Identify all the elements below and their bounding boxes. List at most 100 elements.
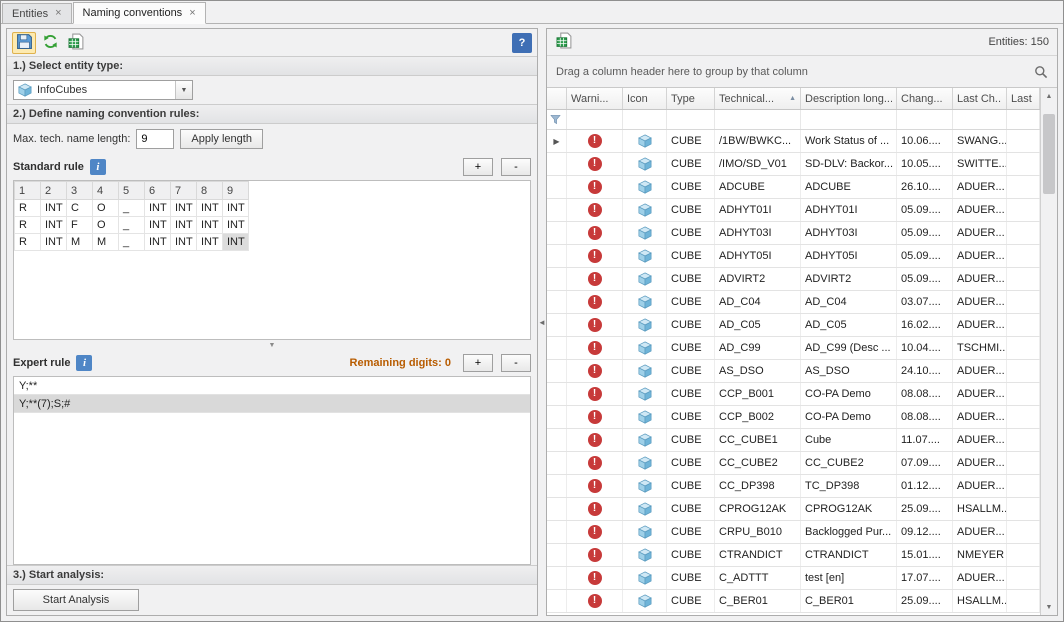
scrollbar-thumb[interactable]: [1043, 114, 1055, 194]
standard-rule-row[interactable]: RINTFO_INTINTINTINT: [15, 217, 249, 234]
column-header-icon[interactable]: Icon: [623, 88, 667, 109]
column-header-tech[interactable]: Technical...▲: [715, 88, 801, 109]
table-row[interactable]: ! CUBE C_ADTTT test [en] 17.07.... ADUER…: [547, 567, 1040, 590]
table-row[interactable]: ! CUBE CC_DP398 TC_DP398 01.12.... ADUER…: [547, 475, 1040, 498]
table-row[interactable]: ! CUBE CC_CUBE1 Cube 11.07.... ADUER...: [547, 429, 1040, 452]
standard-rule-cell[interactable]: INT: [223, 234, 249, 251]
standard-rule-cell[interactable]: INT: [171, 200, 197, 217]
filter-cell-tech[interactable]: [715, 110, 801, 129]
tab-naming-conventions[interactable]: Naming conventions ×: [73, 2, 206, 24]
filter-cell-lastch[interactable]: [953, 110, 1007, 129]
column-header-chang[interactable]: Chang...: [897, 88, 953, 109]
table-row[interactable]: ! CUBE AD_C99 AD_C99 (Desc ... 10.04....…: [547, 337, 1040, 360]
expert-rule-list[interactable]: Y;**Y;**(7);S;#: [13, 376, 531, 565]
table-row[interactable]: ! CUBE AS_DSO AS_DSO 24.10.... ADUER...: [547, 360, 1040, 383]
panel-splitter[interactable]: ◄: [538, 28, 546, 616]
table-row[interactable]: ! CUBE ADCUBE ADCUBE 26.10.... ADUER...: [547, 176, 1040, 199]
filter-icon[interactable]: [547, 110, 567, 129]
standard-rule-cell[interactable]: _: [119, 217, 145, 234]
table-row[interactable]: ▶ ! CUBE /1BW/BWKC... Work Status of ...…: [547, 130, 1040, 153]
standard-rule-cell[interactable]: R: [15, 217, 41, 234]
export-excel-button[interactable]: [64, 32, 88, 54]
standard-rule-cell[interactable]: M: [93, 234, 119, 251]
filter-cell-type[interactable]: [667, 110, 715, 129]
standard-rule-cell[interactable]: INT: [41, 200, 67, 217]
table-row[interactable]: ! CUBE AD_C05 AD_C05 16.02.... ADUER...: [547, 314, 1040, 337]
export-excel-button-right[interactable]: [552, 31, 576, 53]
standard-rule-cell[interactable]: INT: [145, 217, 171, 234]
table-row[interactable]: ! CUBE AD_C04 AD_C04 03.07.... ADUER...: [547, 291, 1040, 314]
expert-rule-add-button[interactable]: +: [463, 354, 493, 372]
chevron-down-icon[interactable]: ▼: [175, 81, 192, 99]
standard-rule-cell[interactable]: INT: [171, 234, 197, 251]
standard-rule-row[interactable]: RINTCO_INTINTINTINT: [15, 200, 249, 217]
refresh-button[interactable]: [38, 32, 62, 54]
table-row[interactable]: ! CUBE CRPU_B010 Backlogged Pur... 09.12…: [547, 521, 1040, 544]
filter-cell-icon[interactable]: [623, 110, 667, 129]
table-row[interactable]: ! CUBE ADHYT01I ADHYT01I 05.09.... ADUER…: [547, 199, 1040, 222]
start-analysis-button[interactable]: Start Analysis: [13, 589, 139, 611]
filter-cell-desc[interactable]: [801, 110, 897, 129]
standard-rule-cell[interactable]: M: [67, 234, 93, 251]
standard-rule-cell[interactable]: _: [119, 234, 145, 251]
standard-rule-cell[interactable]: F: [67, 217, 93, 234]
standard-rule-cell[interactable]: _: [119, 200, 145, 217]
standard-rule-row[interactable]: RINTMM_INTINTINTINT: [15, 234, 249, 251]
save-button[interactable]: [12, 32, 36, 54]
close-icon[interactable]: ×: [55, 8, 61, 19]
scroll-up-icon[interactable]: ▲: [1041, 88, 1057, 104]
filter-cell-chang[interactable]: [897, 110, 953, 129]
table-row[interactable]: ! CUBE CPROG12AK CPROG12AK 25.09.... HSA…: [547, 498, 1040, 521]
close-icon[interactable]: ×: [189, 8, 195, 19]
scroll-down-icon[interactable]: ▼: [1041, 599, 1057, 615]
standard-rule-add-button[interactable]: +: [463, 158, 493, 176]
standard-rule-cell[interactable]: O: [93, 217, 119, 234]
filter-cell-warn[interactable]: [567, 110, 623, 129]
table-row[interactable]: ! CUBE ADHYT03I ADHYT03I 05.09.... ADUER…: [547, 222, 1040, 245]
help-button[interactable]: ?: [512, 33, 532, 53]
standard-rule-cell[interactable]: INT: [171, 217, 197, 234]
info-icon[interactable]: i: [90, 159, 106, 175]
expert-rule-row[interactable]: Y;**(7);S;#: [14, 395, 530, 413]
group-by-area[interactable]: Drag a column header here to group by th…: [547, 56, 1057, 88]
expert-rule-row[interactable]: Y;**: [14, 377, 530, 395]
expert-rule-remove-button[interactable]: -: [501, 354, 531, 372]
collapse-arrow-icon[interactable]: ▼: [269, 342, 276, 349]
table-row[interactable]: ! CUBE C_BER01 C_BER01 25.09.... HSALLM.…: [547, 590, 1040, 613]
standard-rule-grid[interactable]: 123456789RINTCO_INTINTINTINTRINTFO_INTIN…: [13, 180, 531, 340]
tab-entities[interactable]: Entities ×: [2, 3, 72, 23]
apply-length-button[interactable]: Apply length: [180, 129, 263, 149]
max-length-input[interactable]: [136, 129, 174, 149]
vertical-scrollbar[interactable]: ▲ ▼: [1040, 88, 1057, 615]
filter-cell-lastdoc[interactable]: [1007, 110, 1040, 129]
standard-rule-cell[interactable]: R: [15, 234, 41, 251]
table-row[interactable]: ! CUBE CC_CUBE2 CC_CUBE2 07.09.... ADUER…: [547, 452, 1040, 475]
standard-rule-cell[interactable]: O: [93, 200, 119, 217]
standard-rule-cell[interactable]: INT: [41, 234, 67, 251]
entity-grid-filter-row[interactable]: [547, 110, 1040, 130]
standard-rule-cell[interactable]: INT: [197, 234, 223, 251]
table-row[interactable]: ! CUBE /IMO/SD_V01 SD-DLV: Backor... 10.…: [547, 153, 1040, 176]
standard-rule-cell[interactable]: R: [15, 200, 41, 217]
standard-rule-cell[interactable]: C: [67, 200, 93, 217]
standard-rule-cell[interactable]: INT: [145, 234, 171, 251]
column-header-type[interactable]: Type: [667, 88, 715, 109]
table-row[interactable]: ! CUBE CTRANDICT CTRANDICT 15.01.... NME…: [547, 544, 1040, 567]
entity-type-dropdown[interactable]: InfoCubes ▼: [13, 80, 193, 100]
column-header-warn[interactable]: Warni...: [567, 88, 623, 109]
scrollbar-track[interactable]: [1041, 104, 1057, 599]
standard-rule-cell[interactable]: INT: [197, 200, 223, 217]
info-icon[interactable]: i: [76, 355, 92, 371]
table-row[interactable]: ! CUBE CCP_B002 CO-PA Demo 08.08.... ADU…: [547, 406, 1040, 429]
standard-rule-cell[interactable]: INT: [197, 217, 223, 234]
search-icon[interactable]: [1034, 65, 1048, 79]
standard-rule-cell[interactable]: INT: [41, 217, 67, 234]
table-row[interactable]: ! CUBE ADHYT05I ADHYT05I 05.09.... ADUER…: [547, 245, 1040, 268]
splitter-collapse-icon[interactable]: ◄: [538, 318, 546, 327]
standard-rule-remove-button[interactable]: -: [501, 158, 531, 176]
column-header-lastdoc[interactable]: Last doc...: [1007, 88, 1040, 109]
table-row[interactable]: ! CUBE ADVIRT2 ADVIRT2 05.09.... ADUER..…: [547, 268, 1040, 291]
column-header-lastch[interactable]: Last Ch...: [953, 88, 1007, 109]
column-header-desc[interactable]: Description long...: [801, 88, 897, 109]
standard-rule-cell[interactable]: INT: [223, 200, 249, 217]
